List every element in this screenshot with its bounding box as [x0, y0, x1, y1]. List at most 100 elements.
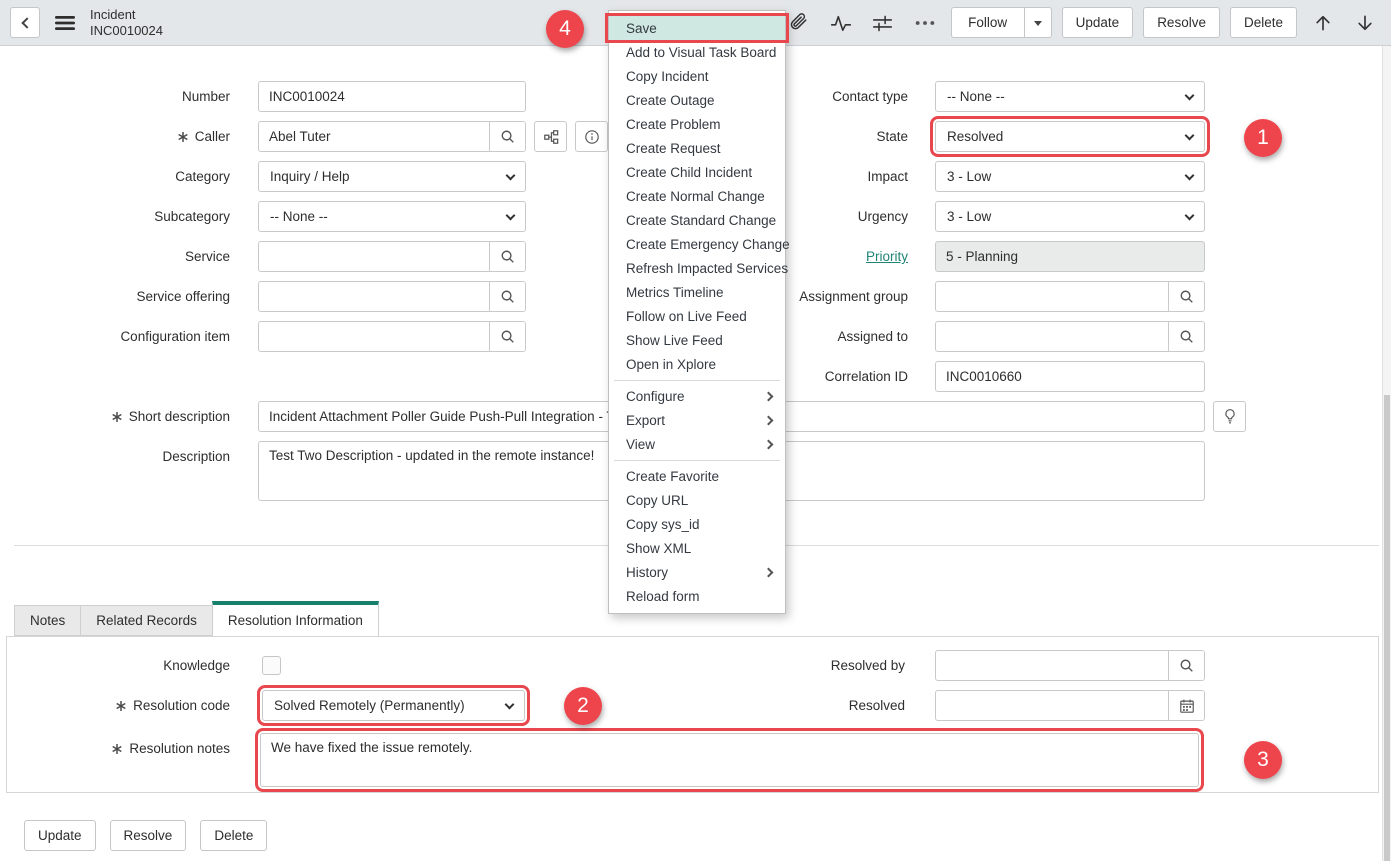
menu-item-create-emergency-change[interactable]: Create Emergency Change: [609, 232, 785, 256]
contact-type-select[interactable]: -- None --: [935, 81, 1205, 112]
menu-item-refresh-impacted-services[interactable]: Refresh Impacted Services: [609, 256, 785, 280]
tab-related-records[interactable]: Related Records: [80, 605, 213, 636]
assigned-to-input[interactable]: [936, 322, 1168, 351]
menu-item-create-problem[interactable]: Create Problem: [609, 112, 785, 136]
correlation-id-field[interactable]: [935, 361, 1205, 392]
caller-input[interactable]: [259, 122, 489, 151]
menu-item-show-xml[interactable]: Show XML: [609, 536, 785, 560]
follow-dropdown-button[interactable]: [1024, 7, 1052, 38]
annotation-badge-4: 4: [546, 10, 584, 48]
resolved-by-input[interactable]: [936, 651, 1168, 680]
menu-item-create-normal-change[interactable]: Create Normal Change: [609, 184, 785, 208]
hamburger-menu-icon[interactable]: [49, 7, 81, 39]
resolved-by-label: Resolved by: [778, 658, 905, 673]
knowledge-checkbox[interactable]: [262, 656, 281, 675]
menu-item-label: Create Normal Change: [626, 189, 765, 204]
personalize-sliders-icon[interactable]: [867, 7, 899, 39]
lightbulb-suggestion-icon[interactable]: [1213, 401, 1246, 432]
footer-delete-button[interactable]: Delete: [200, 820, 267, 851]
configuration-item-search-icon[interactable]: [489, 322, 525, 351]
assigned-to-reference-field[interactable]: [935, 321, 1205, 352]
menu-item-copy-url[interactable]: Copy URL: [609, 488, 785, 512]
delete-button[interactable]: Delete: [1230, 7, 1297, 38]
service-search-icon[interactable]: [489, 242, 525, 271]
resolve-button[interactable]: Resolve: [1143, 7, 1220, 38]
priority-link[interactable]: Priority: [866, 249, 908, 264]
menu-item-label: Create Problem: [626, 117, 721, 132]
menu-item-history[interactable]: History: [609, 560, 785, 584]
assigned-to-search-icon[interactable]: [1168, 322, 1204, 351]
tab-notes[interactable]: Notes: [14, 605, 81, 636]
menu-item-add-to-visual-task-board[interactable]: Add to Visual Task Board: [609, 40, 785, 64]
menu-item-follow-on-live-feed[interactable]: Follow on Live Feed: [609, 304, 785, 328]
menu-item-label: Add to Visual Task Board: [626, 45, 776, 60]
paperclip-icon[interactable]: [783, 7, 815, 39]
configuration-item-label: Configuration item: [0, 329, 230, 344]
caller-reference-field[interactable]: [258, 121, 526, 152]
follow-button[interactable]: Follow: [951, 7, 1025, 38]
tab-resolution-information[interactable]: Resolution Information: [212, 601, 379, 636]
more-options-icon[interactable]: [909, 7, 941, 39]
menu-item-create-child-incident[interactable]: Create Child Incident: [609, 160, 785, 184]
resolved-by-search-icon[interactable]: [1168, 651, 1204, 680]
resolved-date-field[interactable]: [935, 690, 1205, 721]
number-input[interactable]: [258, 81, 526, 112]
menu-item-reload-form[interactable]: Reload form: [609, 584, 785, 608]
menu-item-configure[interactable]: Configure: [609, 384, 785, 408]
menu-item-export[interactable]: Export: [609, 408, 785, 432]
menu-item-create-outage[interactable]: Create Outage: [609, 88, 785, 112]
back-button[interactable]: [10, 7, 40, 38]
menu-item-save[interactable]: Save: [609, 16, 785, 40]
arrow-down-icon[interactable]: [1349, 7, 1381, 39]
subcategory-select[interactable]: -- None --: [258, 201, 526, 232]
assignment-group-search-icon[interactable]: [1168, 282, 1204, 311]
impact-select[interactable]: 3 - Low: [935, 161, 1205, 192]
calendar-icon[interactable]: [1168, 691, 1204, 720]
field-row-category: Category Inquiry / Help: [0, 161, 640, 192]
configuration-item-reference-field[interactable]: [258, 321, 526, 352]
number-input-text[interactable]: [269, 89, 515, 104]
record-title: Incident INC0010024: [90, 7, 163, 38]
resolved-input[interactable]: [936, 691, 1168, 720]
field-row-assignment-group: Assignment group: [778, 281, 1218, 312]
resolved-by-reference-field[interactable]: [935, 650, 1205, 681]
assignment-group-input[interactable]: [936, 282, 1168, 311]
vertical-scrollbar[interactable]: [1382, 46, 1391, 861]
service-offering-search-icon[interactable]: [489, 282, 525, 311]
urgency-select[interactable]: 3 - Low: [935, 201, 1205, 232]
caller-search-icon[interactable]: [489, 122, 525, 151]
footer-resolve-button[interactable]: Resolve: [110, 820, 187, 851]
correlation-id-input[interactable]: [946, 369, 1194, 384]
resolution-code-select[interactable]: Solved Remotely (Permanently): [262, 690, 525, 721]
scrollbar-thumb[interactable]: [1384, 395, 1390, 861]
menu-item-metrics-timeline[interactable]: Metrics Timeline: [609, 280, 785, 304]
update-button[interactable]: Update: [1062, 7, 1134, 38]
menu-item-copy-incident[interactable]: Copy Incident: [609, 64, 785, 88]
caller-info-icon[interactable]: [575, 121, 608, 152]
menu-item-create-request[interactable]: Create Request: [609, 136, 785, 160]
menu-item-label: Configure: [626, 389, 685, 404]
service-input[interactable]: [259, 242, 489, 271]
service-reference-field[interactable]: [258, 241, 526, 272]
arrow-up-icon[interactable]: [1307, 7, 1339, 39]
service-offering-input[interactable]: [259, 282, 489, 311]
chevron-down-icon: [506, 170, 516, 180]
menu-item-show-live-feed[interactable]: Show Live Feed: [609, 328, 785, 352]
menu-item-label: Refresh Impacted Services: [626, 261, 788, 276]
menu-item-copy-sys-id[interactable]: Copy sys_id: [609, 512, 785, 536]
caller-hierarchy-icon[interactable]: [534, 121, 567, 152]
resolution-notes-textarea[interactable]: We have fixed the issue remotely.: [260, 733, 1199, 787]
menu-item-create-standard-change[interactable]: Create Standard Change: [609, 208, 785, 232]
service-offering-reference-field[interactable]: [258, 281, 526, 312]
category-select[interactable]: Inquiry / Help: [258, 161, 526, 192]
assignment-group-reference-field[interactable]: [935, 281, 1205, 312]
activity-pulse-icon[interactable]: [825, 7, 857, 39]
menu-item-label: Show Live Feed: [626, 333, 723, 348]
menu-item-open-in-xplore[interactable]: Open in Xplore: [609, 352, 785, 376]
menu-item-create-favorite[interactable]: Create Favorite: [609, 464, 785, 488]
menu-item-view[interactable]: View: [609, 432, 785, 456]
state-select[interactable]: Resolved: [935, 121, 1205, 152]
menu-item-label: Create Emergency Change: [626, 237, 790, 252]
footer-update-button[interactable]: Update: [24, 820, 96, 851]
configuration-item-input[interactable]: [259, 322, 489, 351]
